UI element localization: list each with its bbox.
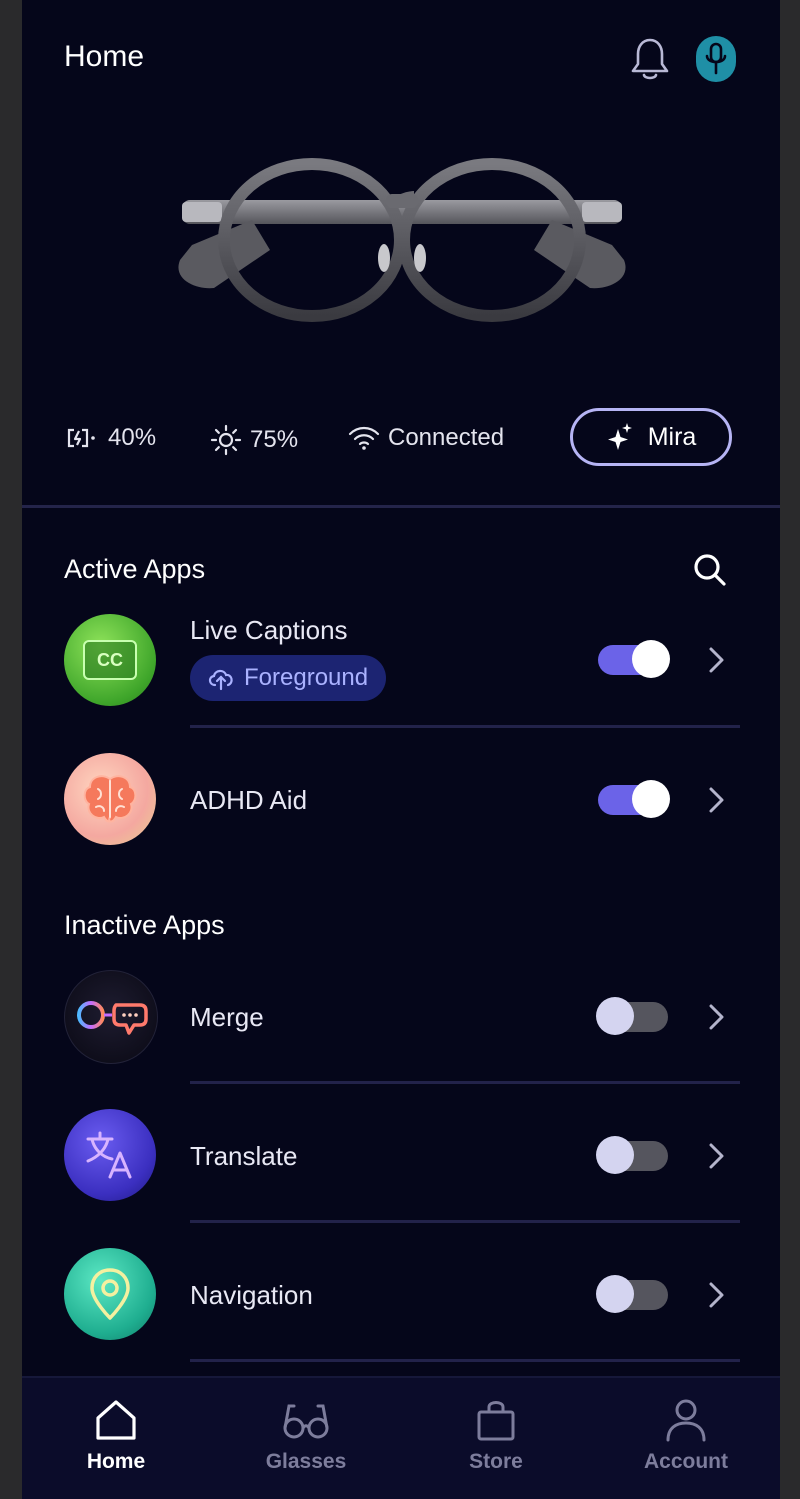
wifi-icon	[348, 426, 380, 450]
app-row-navigation[interactable]: Navigation	[22, 1240, 780, 1350]
toggle-knob	[632, 640, 670, 678]
merge-icon	[64, 970, 158, 1064]
app-row-adhd-aid[interactable]: ADHD Aid	[22, 745, 780, 855]
app-toggle[interactable]	[596, 997, 668, 1035]
chevron-right-icon[interactable]	[704, 785, 728, 815]
battery-charging-icon	[67, 428, 95, 448]
active-apps-title: Active Apps	[64, 554, 206, 584]
battery-value: 40%	[108, 424, 157, 451]
tab-home[interactable]: Home	[46, 1398, 186, 1474]
tab-label: Home	[86, 1450, 146, 1473]
device-status-bar: 40% 75% Connected Mira	[22, 408, 780, 470]
page-title: Home	[64, 40, 145, 73]
tab-label: Store	[469, 1450, 523, 1473]
connection-value: Connected	[388, 424, 505, 451]
brightness-status: 75%	[210, 424, 298, 456]
toggle-knob	[596, 1136, 634, 1174]
section-divider	[22, 505, 780, 508]
battery-status: 40%	[66, 424, 156, 452]
shopping-bag-icon	[477, 1401, 515, 1441]
bell-icon[interactable]	[628, 36, 672, 82]
home-icon	[96, 1400, 136, 1440]
app-toggle[interactable]	[596, 1275, 668, 1313]
app-name: Navigation	[190, 1280, 313, 1310]
row-divider	[190, 1359, 740, 1362]
location-pin-icon	[64, 1248, 156, 1340]
glasses-icon	[283, 1404, 329, 1439]
toggle-knob	[596, 1275, 634, 1313]
badge-label: Foreground	[244, 664, 369, 691]
app-name: Live Captions	[190, 615, 348, 645]
brain-icon	[64, 753, 156, 845]
mira-assistant-button[interactable]: Mira	[570, 408, 732, 466]
microphone-button[interactable]	[696, 36, 736, 82]
app-toggle[interactable]	[598, 780, 670, 818]
cloud-upload-icon	[208, 669, 233, 691]
toggle-knob	[596, 997, 634, 1035]
row-divider	[190, 1081, 740, 1084]
row-divider	[190, 725, 740, 728]
tab-glasses[interactable]: Glasses	[236, 1398, 376, 1474]
app-name: ADHD Aid	[190, 785, 308, 815]
home-screen: Home 40% 75% Connected Mira Active Apps …	[22, 0, 780, 1499]
sparkles-icon	[607, 423, 632, 450]
search-icon[interactable]	[690, 550, 730, 590]
app-row-merge[interactable]: Merge	[22, 962, 780, 1072]
chevron-right-icon[interactable]	[704, 1002, 728, 1032]
app-name: Merge	[190, 1002, 264, 1032]
cc-icon: CC	[64, 614, 156, 706]
merge-glyph	[77, 1001, 148, 1035]
app-toggle[interactable]	[598, 640, 670, 678]
chevron-right-icon[interactable]	[704, 645, 728, 675]
translate-icon	[64, 1109, 156, 1201]
brightness-value: 75%	[250, 426, 299, 453]
glasses-image	[178, 158, 626, 322]
app-name: Translate	[190, 1141, 298, 1171]
brain-glyph	[83, 775, 137, 823]
connection-status: Connected	[348, 424, 504, 452]
tab-label: Glasses	[265, 1450, 347, 1473]
sun-icon	[210, 424, 242, 456]
toggle-knob	[632, 780, 670, 818]
pin-glyph	[90, 1268, 130, 1320]
bottom-tab-bar: Home Glasses Store Account	[22, 1376, 780, 1499]
tab-label: Account	[644, 1450, 728, 1473]
app-row-live-captions[interactable]: CC Live Captions Foreground	[22, 605, 780, 725]
foreground-badge: Foreground	[190, 655, 387, 701]
chevron-right-icon[interactable]	[704, 1280, 728, 1310]
app-row-translate[interactable]: Translate	[22, 1101, 780, 1211]
chevron-right-icon[interactable]	[704, 1141, 728, 1171]
tab-account[interactable]: Account	[616, 1398, 756, 1474]
microphone-icon	[705, 42, 727, 75]
inactive-apps-title: Inactive Apps	[64, 910, 225, 940]
user-icon	[666, 1399, 706, 1442]
tab-store[interactable]: Store	[426, 1398, 566, 1474]
phone-frame: Home 40% 75% Connected Mira Active Apps …	[0, 0, 800, 1499]
mira-label: Mira	[647, 422, 697, 451]
app-toggle[interactable]	[596, 1136, 668, 1174]
translate-glyph	[86, 1131, 132, 1179]
row-divider	[190, 1220, 740, 1223]
